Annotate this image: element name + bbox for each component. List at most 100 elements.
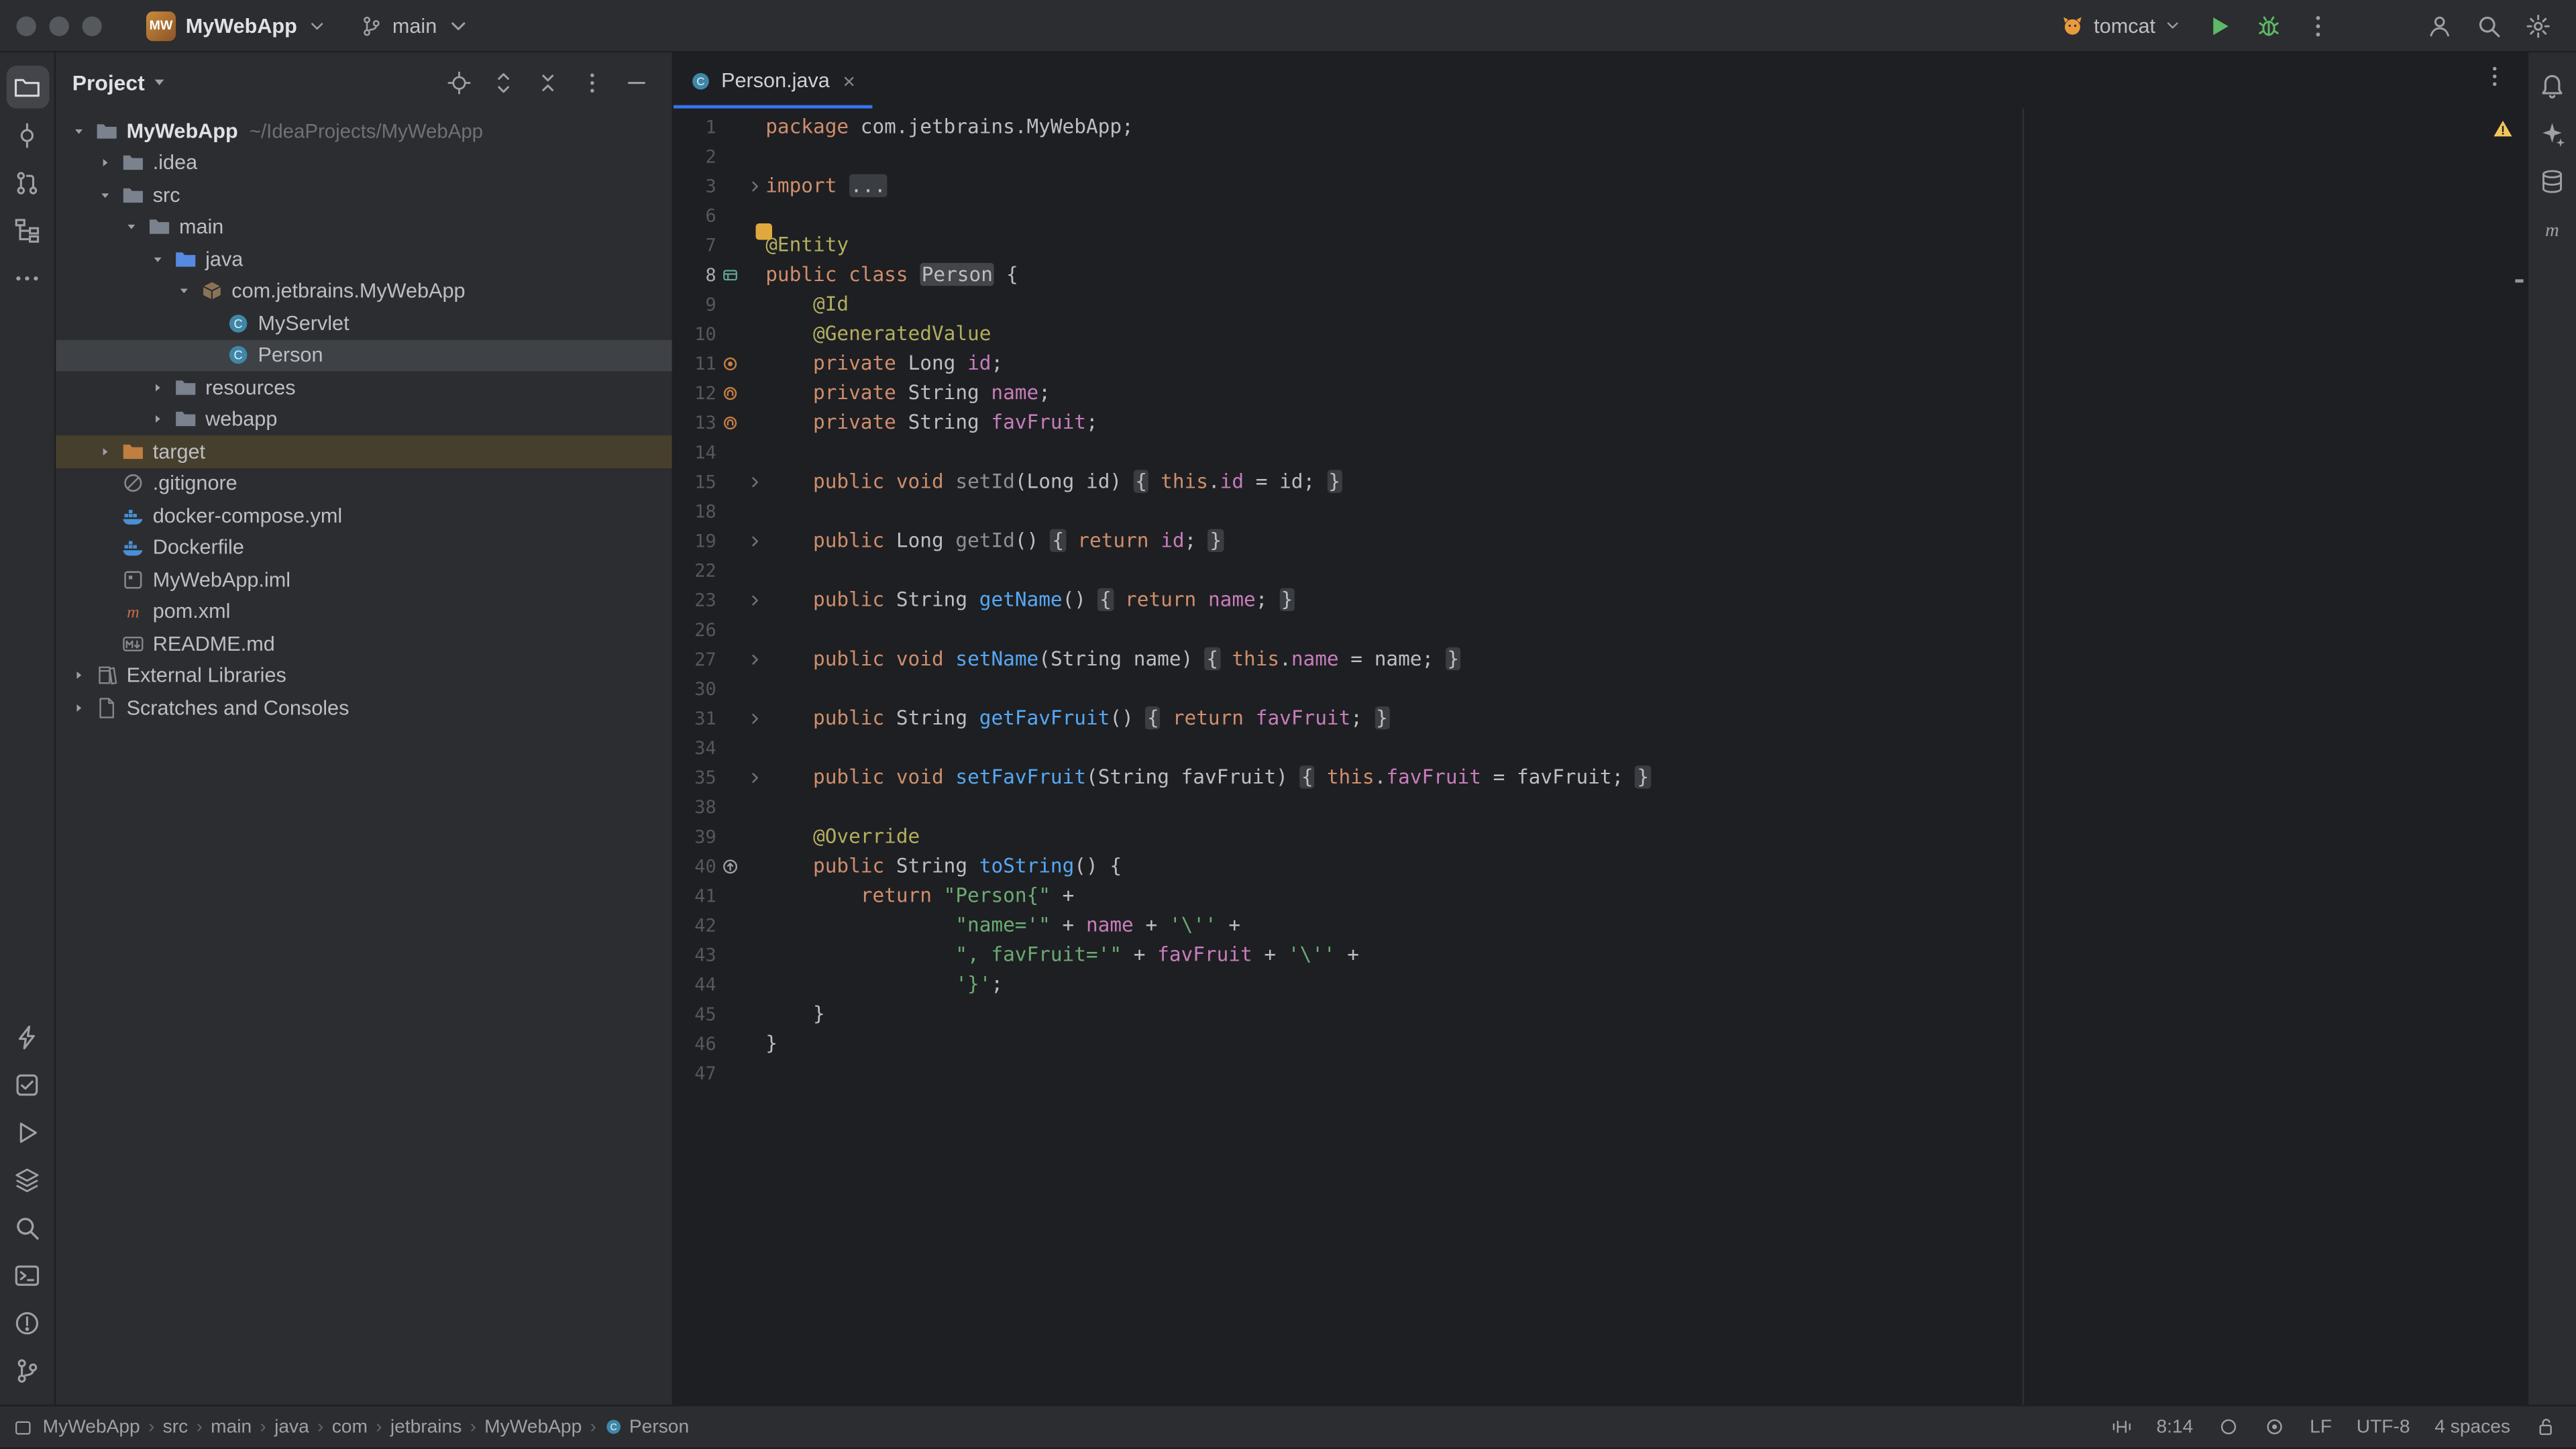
breadcrumb-java[interactable]: java [271, 1417, 312, 1436]
code-line-22[interactable]: 22 [674, 555, 2526, 585]
line-separator[interactable]: LF [2310, 1417, 2332, 1436]
code-line-7[interactable]: 7@Entity [674, 230, 2526, 260]
more-options-button[interactable] [575, 66, 608, 99]
code-line-11[interactable]: 11 private Long id; [674, 348, 2526, 378]
project-widget[interactable]: MW MyWebApp [135, 6, 338, 46]
tree-item-external-libraries[interactable]: External Libraries [56, 659, 672, 692]
indent-style[interactable]: 4 spaces [2434, 1417, 2510, 1436]
chevron-down-icon[interactable] [66, 125, 92, 138]
tree-item-webapp[interactable]: webapp [56, 403, 672, 435]
entity-gutter-icon[interactable] [716, 266, 745, 284]
chevron-right-icon[interactable] [92, 445, 118, 458]
code-line-34[interactable]: 34 [674, 733, 2526, 762]
file-writable-widget[interactable] [2535, 1416, 2557, 1438]
breadcrumb-mywebapp[interactable]: MyWebApp [40, 1417, 144, 1436]
code-line-31[interactable]: 31 public String getFavFruit() { return … [674, 703, 2526, 733]
collapse-all-button[interactable] [531, 66, 564, 99]
inspections-widget[interactable] [2492, 118, 2514, 144]
code-line-3[interactable]: 3import ... [674, 171, 2526, 201]
code-line-10[interactable]: 10 @GeneratedValue [674, 319, 2526, 348]
tab-close-icon[interactable]: × [843, 70, 855, 91]
tree-item-myservlet[interactable]: CMyServlet [56, 307, 672, 339]
code-line-13[interactable]: 13 private String favFruit; [674, 407, 2526, 437]
project-button[interactable] [6, 66, 49, 109]
terminal-button[interactable] [6, 1254, 49, 1297]
todo-button[interactable] [6, 1063, 49, 1106]
jpa-attr-icon[interactable] [716, 384, 745, 402]
intention-bulb-icon[interactable] [756, 223, 772, 239]
code-line-39[interactable]: 39 @Override [674, 821, 2526, 851]
code-line-30[interactable]: 30 [674, 674, 2526, 703]
more-run-actions-button[interactable] [2297, 4, 2340, 47]
fold-toggle-icon[interactable] [744, 769, 765, 784]
chevron-right-icon[interactable] [145, 413, 171, 426]
database-button[interactable] [2531, 160, 2574, 203]
code-line-26[interactable]: 26 [674, 614, 2526, 644]
commit-button[interactable] [6, 113, 49, 156]
code-line-9[interactable]: 9 @Id [674, 289, 2526, 319]
tree-item-readme-md[interactable]: README.md [56, 628, 672, 660]
select-opened-file-button[interactable] [442, 66, 475, 99]
tree-item-dockerfile[interactable]: Dockerfile [56, 531, 672, 564]
tree-item-main[interactable]: main [56, 211, 672, 244]
more-tools-button[interactable] [6, 256, 49, 299]
code-line-46[interactable]: 46} [674, 1028, 2526, 1058]
close-window-button[interactable] [16, 15, 36, 35]
breadcrumb-com[interactable]: com [329, 1417, 371, 1436]
find-button[interactable] [6, 1206, 49, 1249]
breadcrumb-jetbrains[interactable]: jetbrains [387, 1417, 465, 1436]
code-line-15[interactable]: 15 public void setId(Long id) { this.id … [674, 467, 2526, 496]
pull-requests-button[interactable] [6, 161, 49, 204]
project-panel-title[interactable]: Project [72, 70, 168, 95]
chevron-down-icon[interactable] [145, 253, 171, 266]
hide-panel-button[interactable] [619, 66, 652, 99]
tree-item-person[interactable]: CPerson [56, 339, 672, 372]
code-line-43[interactable]: 43 ", favFruit='" + favFruit + '\'' + [674, 940, 2526, 969]
profiler-button[interactable] [6, 1015, 49, 1058]
tree-item-scratches-and-consoles[interactable]: Scratches and Consoles [56, 692, 672, 724]
highlighting-status-widget[interactable] [2218, 1416, 2239, 1438]
override-gutter-icon[interactable] [716, 857, 745, 875]
run-button[interactable] [6, 1111, 49, 1154]
code-line-38[interactable]: 38 [674, 792, 2526, 821]
fold-toggle-icon[interactable] [744, 710, 765, 725]
jpa-attr-icon[interactable] [716, 413, 745, 431]
chevron-right-icon[interactable] [92, 156, 118, 170]
fold-toggle-icon[interactable] [744, 651, 765, 666]
services-button[interactable] [6, 1159, 49, 1201]
problems-button[interactable] [6, 1301, 49, 1344]
tree-item-gitignore[interactable]: .gitignore [56, 468, 672, 500]
code-line-2[interactable]: 2 [674, 142, 2526, 171]
tab-list-button[interactable] [2482, 64, 2526, 97]
chevron-down-icon[interactable] [171, 284, 197, 298]
code-line-42[interactable]: 42 "name='" + name + '\'' + [674, 910, 2526, 940]
file-encoding[interactable]: UTF-8 [2357, 1417, 2410, 1436]
chevron-right-icon[interactable] [66, 669, 92, 682]
chevron-down-icon[interactable] [92, 189, 118, 202]
memory-indicator-widget[interactable] [2110, 1416, 2132, 1438]
fold-toggle-icon[interactable] [744, 592, 765, 607]
jpa-id-icon[interactable] [716, 354, 745, 372]
maven-button[interactable]: m [2531, 207, 2574, 250]
code-line-12[interactable]: 12 private String name; [674, 378, 2526, 407]
code-line-23[interactable]: 23 public String getName() { return name… [674, 585, 2526, 614]
chevron-down-icon[interactable] [118, 221, 144, 234]
code-line-41[interactable]: 41 return "Person{" + [674, 881, 2526, 910]
structure-button[interactable] [6, 209, 49, 252]
code-line-6[interactable]: 6 [674, 201, 2526, 230]
tree-item-target[interactable]: target [56, 435, 672, 468]
run-configuration-widget[interactable]: tomcat [2051, 8, 2192, 42]
chevron-right-icon[interactable] [66, 701, 92, 714]
ai-assistant-button[interactable] [2531, 112, 2574, 155]
code-line-14[interactable]: 14 [674, 437, 2526, 466]
tree-item-resources[interactable]: resources [56, 371, 672, 403]
error-stripe-mark[interactable] [2515, 279, 2523, 282]
code-line-44[interactable]: 44 '}'; [674, 969, 2526, 999]
code-line-1[interactable]: 1package com.jetbrains.MyWebApp; [674, 112, 2526, 142]
breadcrumb-main[interactable]: main [207, 1417, 255, 1436]
tree-item-idea[interactable]: .idea [56, 147, 672, 179]
tree-item-src[interactable]: src [56, 179, 672, 211]
tree-item-mywebapp[interactable]: MyWebApp~/IdeaProjects/MyWebApp [56, 115, 672, 147]
fold-toggle-icon[interactable] [744, 533, 765, 548]
code-with-me-button[interactable] [2418, 4, 2461, 47]
